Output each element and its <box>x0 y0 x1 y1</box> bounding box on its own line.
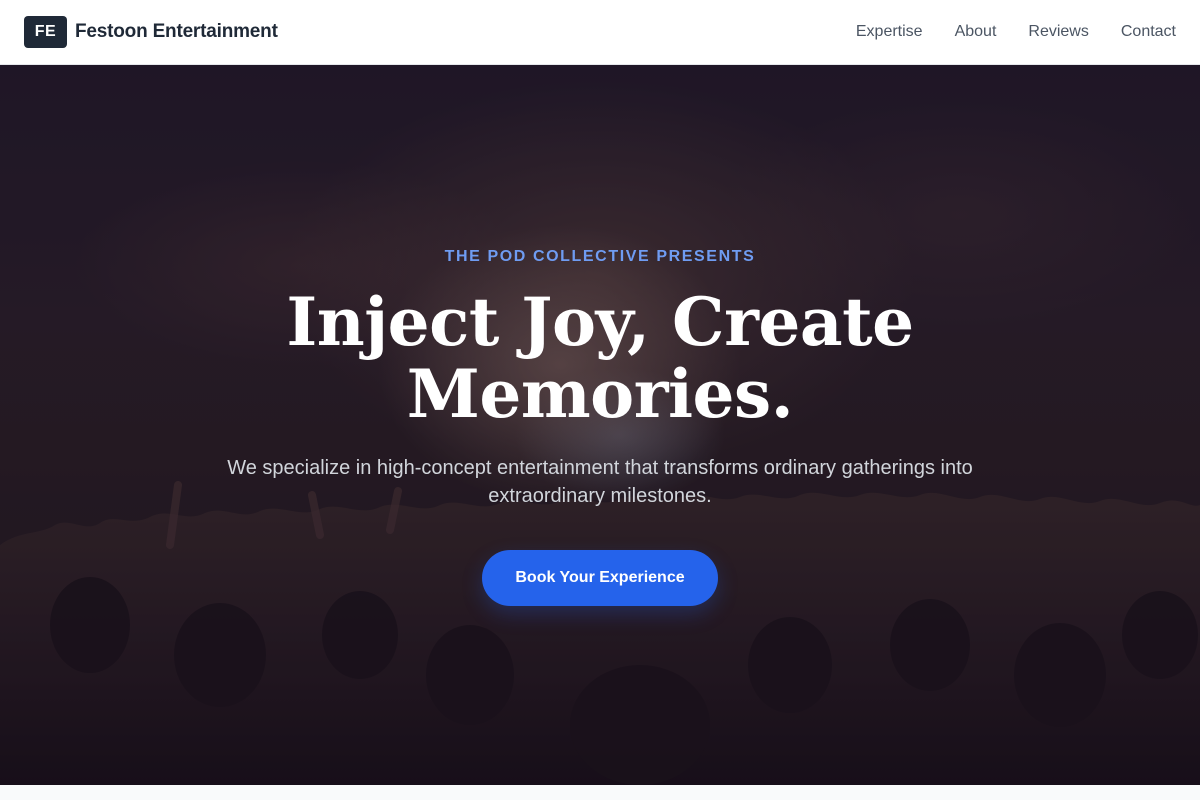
hero-eyebrow: THE POD COLLECTIVE PRESENTS <box>444 248 756 265</box>
hero-title: Inject Joy, Create Memories. <box>286 283 914 433</box>
hero-subtitle: We specialize in high-concept entertainm… <box>227 457 973 507</box>
nav-link-reviews[interactable]: Reviews <box>1028 23 1088 41</box>
nav-link-expertise[interactable]: Expertise <box>856 23 923 41</box>
brand-logo-link[interactable]: FE Festoon Entertainment <box>24 16 278 48</box>
logo-mark: FE <box>24 16 67 48</box>
brand-name: Festoon Entertainment <box>75 21 278 42</box>
book-experience-button[interactable]: Book Your Experience <box>482 550 718 606</box>
nav-link-contact[interactable]: Contact <box>1121 23 1176 41</box>
site-header: FE Festoon Entertainment Expertise About… <box>0 0 1200 65</box>
hero-section: THE POD COLLECTIVE PRESENTS Inject Joy, … <box>0 65 1200 785</box>
hero-content: THE POD COLLECTIVE PRESENTS Inject Joy, … <box>0 65 1200 785</box>
nav-link-about[interactable]: About <box>955 23 997 41</box>
next-section-edge <box>0 785 1200 800</box>
main-nav: Expertise About Reviews Contact <box>856 23 1176 41</box>
